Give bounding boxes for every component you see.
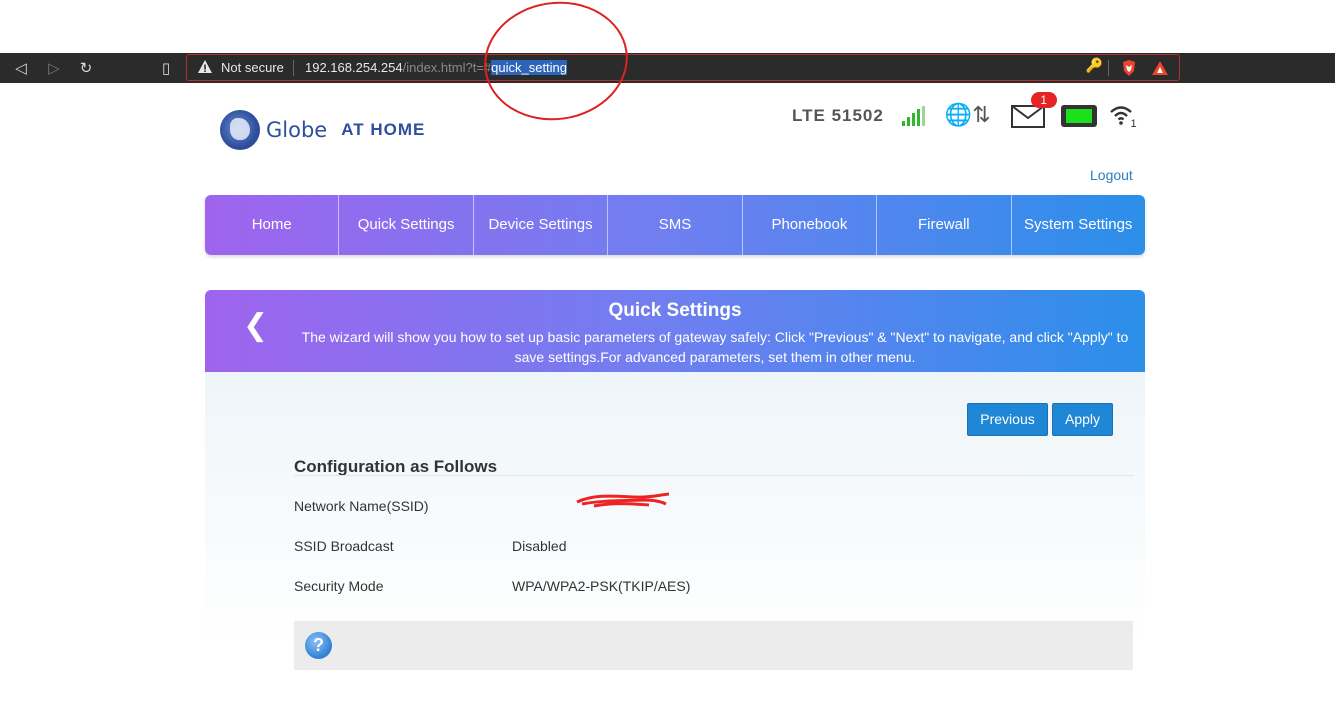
rewards-triangle-icon[interactable]: [1151, 60, 1169, 76]
url-host: 192.168.254.254: [305, 60, 403, 75]
config-heading: Configuration as Follows: [294, 457, 498, 476]
back-icon[interactable]: ◁: [10, 57, 32, 79]
menu-item-device-settings[interactable]: Device Settings: [474, 195, 609, 255]
main-menu: Home Quick Settings Device Settings SMS …: [205, 195, 1145, 255]
status-bar: LTE 51502 🌐⇅ 1 1: [792, 91, 1137, 130]
security-mode-label: Security Mode: [294, 578, 384, 594]
sim-status-icon: [1060, 104, 1097, 127]
unread-badge: 1: [1030, 91, 1057, 108]
menu-item-phonebook[interactable]: Phonebook: [743, 195, 878, 255]
url-text[interactable]: 192.168.254.254/index.html?t=#quick_sett…: [305, 60, 568, 75]
router-header: Globe AT HOME LTE 51502 🌐⇅ 1 1 Logout: [0, 83, 1335, 193]
menu-item-firewall[interactable]: Firewall: [877, 195, 1012, 255]
brave-shield-icon[interactable]: [1121, 59, 1137, 77]
signal-strength-icon: [901, 105, 925, 126]
omnibox-divider: [293, 60, 294, 76]
reload-icon[interactable]: ↻: [75, 57, 97, 79]
previous-button[interactable]: Previous: [967, 403, 1048, 436]
page-title: Quick Settings: [608, 300, 742, 321]
internet-connection-icon: 🌐⇅: [944, 103, 991, 128]
page-top-margin: [0, 0, 1335, 53]
ssid-broadcast-value: Disabled: [512, 538, 567, 554]
wizard-description: The wizard will show you how to set up b…: [301, 329, 1129, 365]
key-icon[interactable]: 🔑: [1086, 58, 1103, 74]
wifi-icon: 1: [1109, 104, 1137, 130]
forward-icon[interactable]: ▷: [43, 57, 65, 79]
menu-item-sms[interactable]: SMS: [608, 195, 743, 255]
address-bar[interactable]: Not secure 192.168.254.254/index.html?t=…: [186, 54, 1180, 81]
ssid-broadcast-label: SSID Broadcast: [294, 538, 394, 554]
redaction-scribble: [576, 492, 670, 508]
security-label[interactable]: Not secure: [221, 60, 284, 75]
brand-suffix: AT HOME: [341, 120, 426, 139]
menu-item-quick-settings[interactable]: Quick Settings: [339, 195, 474, 255]
logout-link[interactable]: Logout: [1090, 167, 1133, 183]
menu-item-home[interactable]: Home: [205, 195, 340, 255]
sms-inbox-icon[interactable]: 1: [1010, 91, 1057, 128]
quick-settings-header: ❮ Quick Settings The wizard will show yo…: [205, 290, 1145, 372]
url-fragment-selected: quick_setting: [491, 60, 568, 75]
network-operator: LTE 51502: [792, 105, 884, 125]
quick-settings-body: Previous Apply Configuration as Follows …: [205, 372, 1145, 714]
globe-logo: Globe AT HOME: [220, 110, 425, 150]
globe-logo-mark: [220, 110, 260, 150]
browser-toolbar: ◁ ▷ ↻ ▯ Not secure 192.168.254.254/index…: [0, 53, 1335, 83]
warning-icon: [198, 60, 212, 73]
apply-button[interactable]: Apply: [1052, 403, 1113, 436]
wifi-client-count: 1: [1130, 117, 1137, 130]
security-mode-value: WPA/WPA2-PSK(TKIP/AES): [512, 578, 691, 594]
ssid-label: Network Name(SSID): [294, 498, 429, 514]
help-icon[interactable]: ?: [305, 632, 332, 659]
menu-item-system-settings[interactable]: System Settings: [1012, 195, 1145, 255]
brand-name: Globe: [266, 118, 328, 142]
help-box: ?: [294, 621, 1133, 670]
omnibox-divider-2: [1108, 60, 1109, 76]
url-path: /index.html?t=#: [402, 60, 492, 75]
config-divider: [294, 475, 1134, 476]
bookmark-icon[interactable]: ▯: [155, 57, 177, 79]
